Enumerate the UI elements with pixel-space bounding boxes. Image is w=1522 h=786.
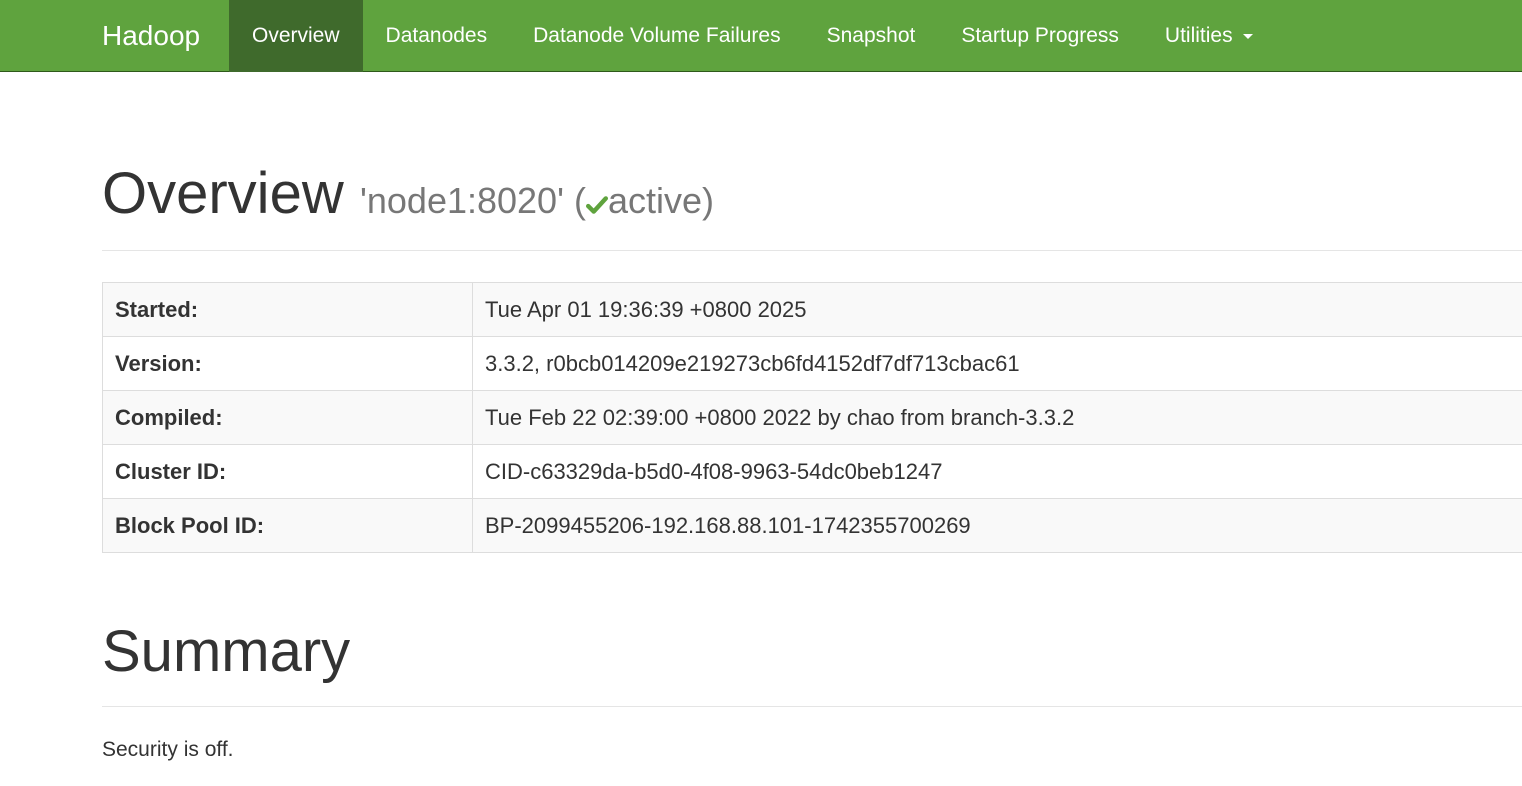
table-row: Version: 3.3.2, r0bcb014209e219273cb6fd4…: [102, 336, 1522, 391]
top-navbar: Hadoop Overview Datanodes Datanode Volum…: [0, 0, 1522, 72]
table-row: Block Pool ID: BP-2099455206-192.168.88.…: [102, 498, 1522, 553]
check-icon: [585, 196, 608, 214]
row-label-started: Started:: [102, 282, 473, 337]
summary-title: Summary: [102, 619, 351, 684]
status-open-paren: (: [573, 180, 586, 221]
namenode-address: 'node1:8020': [360, 180, 564, 221]
nav-item-datanode-volume-failures[interactable]: Datanode Volume Failures: [510, 0, 803, 72]
row-label-version: Version:: [102, 336, 473, 391]
row-value-compiled: Tue Feb 22 02:39:00 +0800 2022 by chao f…: [472, 390, 1522, 445]
page-title: Overview: [102, 161, 344, 226]
nav-menu: Overview Datanodes Datanode Volume Failu…: [229, 0, 1276, 72]
nav-item-utilities-dropdown[interactable]: Utilities: [1142, 0, 1276, 72]
brand-link[interactable]: Hadoop: [102, 0, 200, 72]
caret-down-icon: [1242, 33, 1253, 39]
row-value-block-pool-id: BP-2099455206-192.168.88.101-17423557002…: [472, 498, 1522, 553]
status-text: active): [607, 180, 714, 221]
row-label-cluster-id: Cluster ID:: [102, 444, 473, 499]
summary-header: Summary: [102, 610, 1522, 707]
table-row: Compiled: Tue Feb 22 02:39:00 +0800 2022…: [102, 390, 1522, 445]
row-value-version: 3.3.2, r0bcb014209e219273cb6fd4152df7df7…: [472, 336, 1522, 391]
utilities-label: Utilities: [1164, 24, 1233, 47]
row-value-started: Tue Apr 01 19:36:39 +0800 2025: [472, 282, 1522, 337]
nav-item-overview[interactable]: Overview: [229, 0, 363, 72]
namenode-status: 'node1:8020' ( active): [360, 180, 714, 222]
nav-item-startup-progress[interactable]: Startup Progress: [938, 0, 1142, 72]
overview-info-table: Started: Tue Apr 01 19:36:39 +0800 2025 …: [102, 282, 1522, 553]
overview-header: Overview 'node1:8020' ( active): [102, 150, 1522, 251]
table-row: Started: Tue Apr 01 19:36:39 +0800 2025: [102, 282, 1522, 337]
security-status-text: Security is off.: [102, 738, 234, 761]
row-label-compiled: Compiled:: [102, 390, 473, 445]
row-label-block-pool-id: Block Pool ID:: [102, 498, 473, 553]
table-row: Cluster ID: CID-c63329da-b5d0-4f08-9963-…: [102, 444, 1522, 499]
nav-item-snapshot[interactable]: Snapshot: [804, 0, 939, 72]
nav-item-datanodes[interactable]: Datanodes: [363, 0, 511, 72]
row-value-cluster-id: CID-c63329da-b5d0-4f08-9963-54dc0beb1247: [472, 444, 1522, 499]
